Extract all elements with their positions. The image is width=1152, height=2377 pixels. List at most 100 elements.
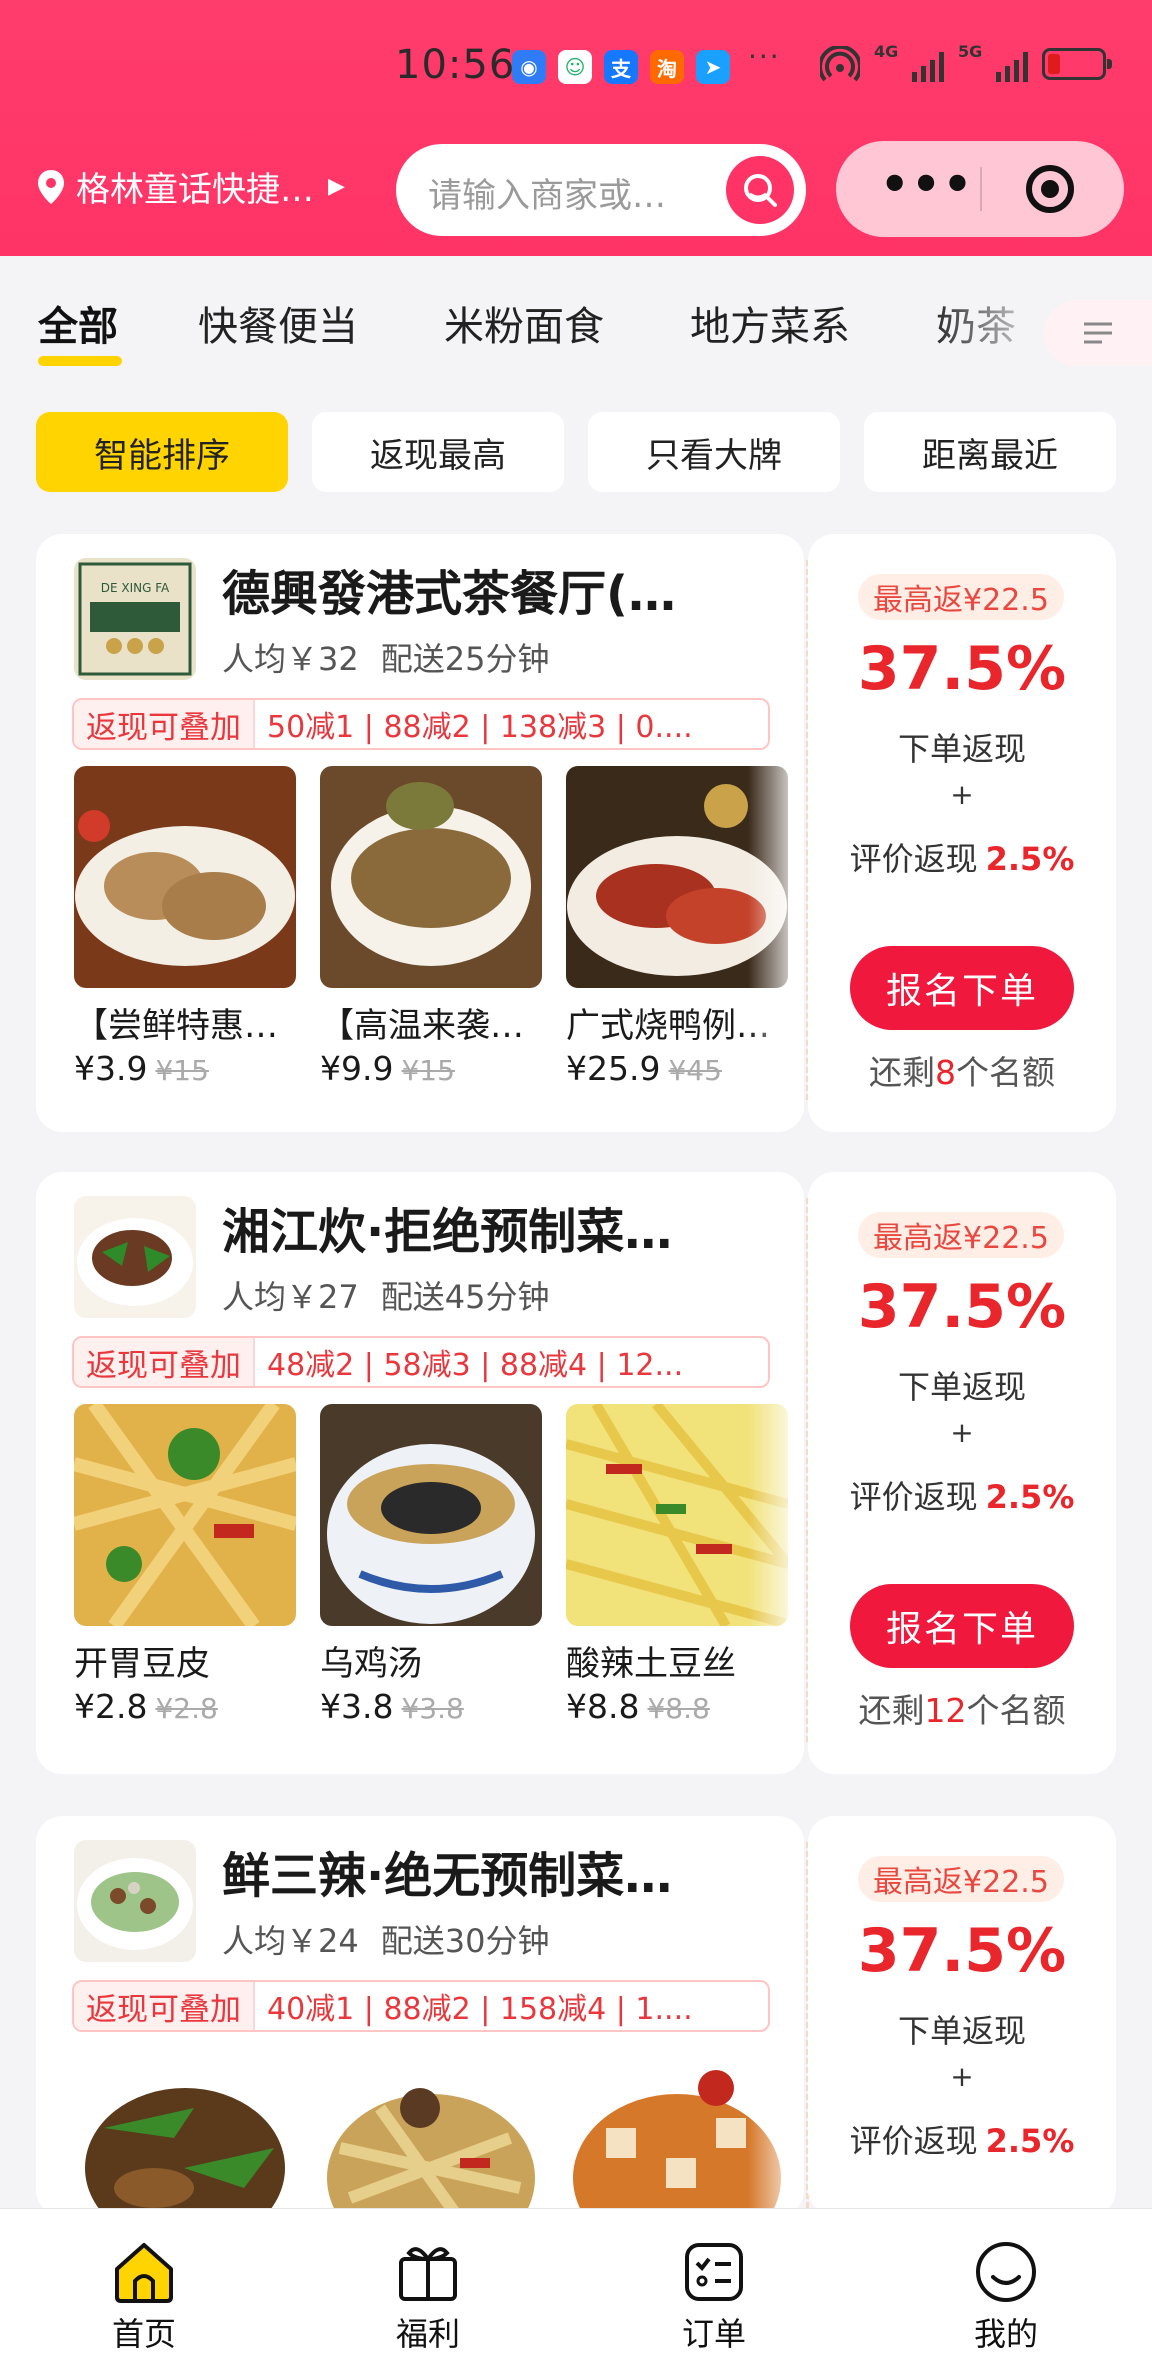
- merchant-name: 鲜三辣·绝无预制菜…: [222, 1848, 673, 1904]
- dish-image: [320, 1404, 542, 1626]
- category-tabs: 全部 快餐便当 米粉面食 地方菜系 奶茶: [0, 256, 1152, 386]
- location-selector[interactable]: 格林童话快捷… ▶: [36, 162, 345, 211]
- nav-welfare[interactable]: 福利: [368, 2239, 488, 2355]
- signup-order-button[interactable]: 报名下单: [850, 946, 1074, 1030]
- tab-fast-food[interactable]: 快餐便当: [198, 294, 358, 352]
- merchant-card[interactable]: 鲜三辣·绝无预制菜… 人均￥24 配送30分钟 返现可叠加 40减1 | 88减2…: [36, 1816, 804, 2216]
- nav-home-label: 首页: [111, 2315, 176, 2353]
- tab-noodles[interactable]: 米粉面食: [444, 294, 604, 352]
- top-header: 10:56 ◉ ☺ 支 淘 ➤ ··· 4G 5G 格林童话快捷… ▶ 请输入商…: [0, 0, 1152, 256]
- dish-original-price: ¥15: [155, 1054, 209, 1087]
- dish-item[interactable]: 乌鸡汤 ¥3.8 ¥3.8: [320, 1404, 542, 1726]
- nav-orders[interactable]: 订单: [654, 2239, 774, 2355]
- dish-price: ¥2.8 ¥2.8: [74, 1687, 218, 1726]
- merchant-logo: DE XING FA: [74, 558, 196, 680]
- sort-distance[interactable]: 距离最近: [864, 412, 1116, 492]
- delivery-time: 配送45分钟: [380, 1278, 550, 1316]
- dish-original-price: ¥3.8: [401, 1692, 464, 1725]
- rebate-panel: 最高返¥22.5 37.5% 下单返现 + 评价返现 2.5% 报名下单 还剩8个…: [808, 534, 1116, 1132]
- taobao-icon: 淘: [650, 50, 684, 84]
- nav-home[interactable]: 首页: [84, 2239, 204, 2355]
- status-overflow: ···: [748, 40, 781, 73]
- plus-sign: +: [950, 2060, 974, 2093]
- promo-bar: 返现可叠加 48减2 | 58减3 | 88减4 | 12...: [72, 1336, 770, 1388]
- dish-price: ¥9.9 ¥15: [320, 1049, 455, 1088]
- dish-price: ¥3.8 ¥3.8: [320, 1687, 464, 1726]
- order-rebate-label: 下单返现: [897, 730, 1026, 768]
- profile-icon: [973, 2239, 1039, 2305]
- bottom-nav: 首页 福利 订单 我的: [0, 2208, 1152, 2377]
- promo-bar: 返现可叠加 40减1 | 88减2 | 158减4 | 1....: [72, 1980, 770, 2032]
- miniprogram-capsule: •••: [836, 141, 1124, 237]
- max-rebate-badge: 最高返¥22.5: [858, 574, 1064, 620]
- nav-mine-label: 我的: [973, 2315, 1038, 2353]
- order-rebate-label: 下单返现: [897, 2012, 1026, 2050]
- avg-price: 人均￥32: [222, 640, 359, 678]
- merchant-logo: [74, 1196, 196, 1318]
- rebate-panel: 最高返¥22.5 37.5% 下单返现 + 评价返现 2.5% 报名下单 还剩12…: [808, 1172, 1116, 1774]
- tabs-fade: [930, 256, 1052, 386]
- dish-name: 开胃豆皮: [74, 1644, 210, 1684]
- category-filter-button[interactable]: [1044, 300, 1152, 366]
- dish-scroll-fade: [748, 754, 804, 1114]
- dish-item[interactable]: 开胃豆皮 ¥2.8 ¥2.8: [74, 1404, 296, 1726]
- gift-icon: [395, 2239, 461, 2305]
- review-rebate: 评价返现 2.5%: [849, 840, 1075, 878]
- status-time: 10:56: [395, 42, 516, 88]
- tab-regional[interactable]: 地方菜系: [690, 294, 850, 352]
- rebate-panel: 最高返¥22.5 37.5% 下单返现 + 评价返现 2.5%: [808, 1816, 1116, 2216]
- sort-smart[interactable]: 智能排序: [36, 412, 288, 492]
- dish-original-price: ¥15: [401, 1054, 455, 1087]
- promo-text: 48减2 | 58减3 | 88减4 | 12...: [267, 1348, 684, 1383]
- signup-order-button[interactable]: 报名下单: [850, 1584, 1074, 1668]
- alipay-icon: 支: [604, 50, 638, 84]
- dish-image: [320, 2048, 542, 2216]
- filter-icon: [1084, 322, 1112, 344]
- search-button[interactable]: [726, 156, 794, 224]
- close-miniprogram-button[interactable]: [1026, 165, 1074, 213]
- dish-item[interactable]: [74, 2048, 296, 2216]
- nav-orders-label: 订单: [681, 2315, 746, 2353]
- search-box[interactable]: 请输入商家或…: [396, 144, 806, 236]
- merchant-card[interactable]: DE XING FA 德興發港式茶餐厅(… 人均￥32 配送25分钟 返现可叠加 …: [36, 534, 804, 1132]
- avg-price: 人均￥27: [222, 1278, 359, 1316]
- promo-bar: 返现可叠加 50减1 | 88减2 | 138减3 | 0....: [72, 698, 770, 750]
- chat-icon: ☺: [558, 50, 592, 84]
- merchant-card[interactable]: 湘江炊·拒绝预制菜… 人均￥27 配送45分钟 返现可叠加 48减2 | 58减3…: [36, 1172, 804, 1774]
- delivery-time: 配送25分钟: [380, 640, 550, 678]
- hotspot-icon: [820, 46, 860, 82]
- tab-all[interactable]: 全部: [38, 294, 118, 352]
- signal-4g-icon: 4G: [874, 42, 944, 82]
- rebate-rate: 37.5%: [857, 634, 1067, 704]
- sort-cashback[interactable]: 返现最高: [312, 412, 564, 492]
- search-placeholder: 请输入商家或…: [428, 176, 666, 216]
- map-icon: ➤: [696, 50, 730, 84]
- location-label: 格林童话快捷…: [76, 170, 314, 210]
- rebate-rate: 37.5%: [857, 1916, 1067, 1986]
- sort-big-brand[interactable]: 只看大牌: [588, 412, 840, 492]
- merchant-meta: 人均￥24 配送30分钟: [222, 1916, 549, 1962]
- promo-text: 50减1 | 88减2 | 138减3 | 0....: [267, 710, 693, 745]
- dish-item[interactable]: [320, 2048, 542, 2216]
- dish-price: ¥3.9 ¥15: [74, 1049, 209, 1088]
- dish-name: 乌鸡汤: [320, 1644, 422, 1684]
- review-rebate: 评价返现 2.5%: [849, 2122, 1075, 2160]
- remaining-quota: 还剩12个名额: [858, 1691, 1066, 1730]
- dish-name: 【高温来袭…: [320, 1006, 524, 1046]
- status-indicators: 4G 5G: [820, 42, 1112, 82]
- dish-image: [74, 1404, 296, 1626]
- status-app-icons: ◉ ☺ 支 淘 ➤: [512, 50, 730, 84]
- nav-mine[interactable]: 我的: [946, 2239, 1066, 2355]
- dish-original-price: ¥8.8: [647, 1692, 710, 1725]
- review-rebate: 评价返现 2.5%: [849, 1478, 1075, 1516]
- dish-original-price: ¥2.8: [155, 1692, 218, 1725]
- plus-sign: +: [950, 778, 974, 811]
- merchant-meta: 人均￥32 配送25分钟: [222, 634, 549, 680]
- dish-item[interactable]: 【高温来袭… ¥9.9 ¥15: [320, 766, 542, 1088]
- dish-image: [320, 766, 542, 988]
- merchant-meta: 人均￥27 配送45分钟: [222, 1272, 549, 1318]
- promo-tag: 返现可叠加: [74, 700, 255, 748]
- dish-item[interactable]: 【尝鲜特惠… ¥3.9 ¥15: [74, 766, 296, 1088]
- more-menu-button[interactable]: •••: [880, 157, 974, 211]
- merchant-logo: [74, 1840, 196, 1962]
